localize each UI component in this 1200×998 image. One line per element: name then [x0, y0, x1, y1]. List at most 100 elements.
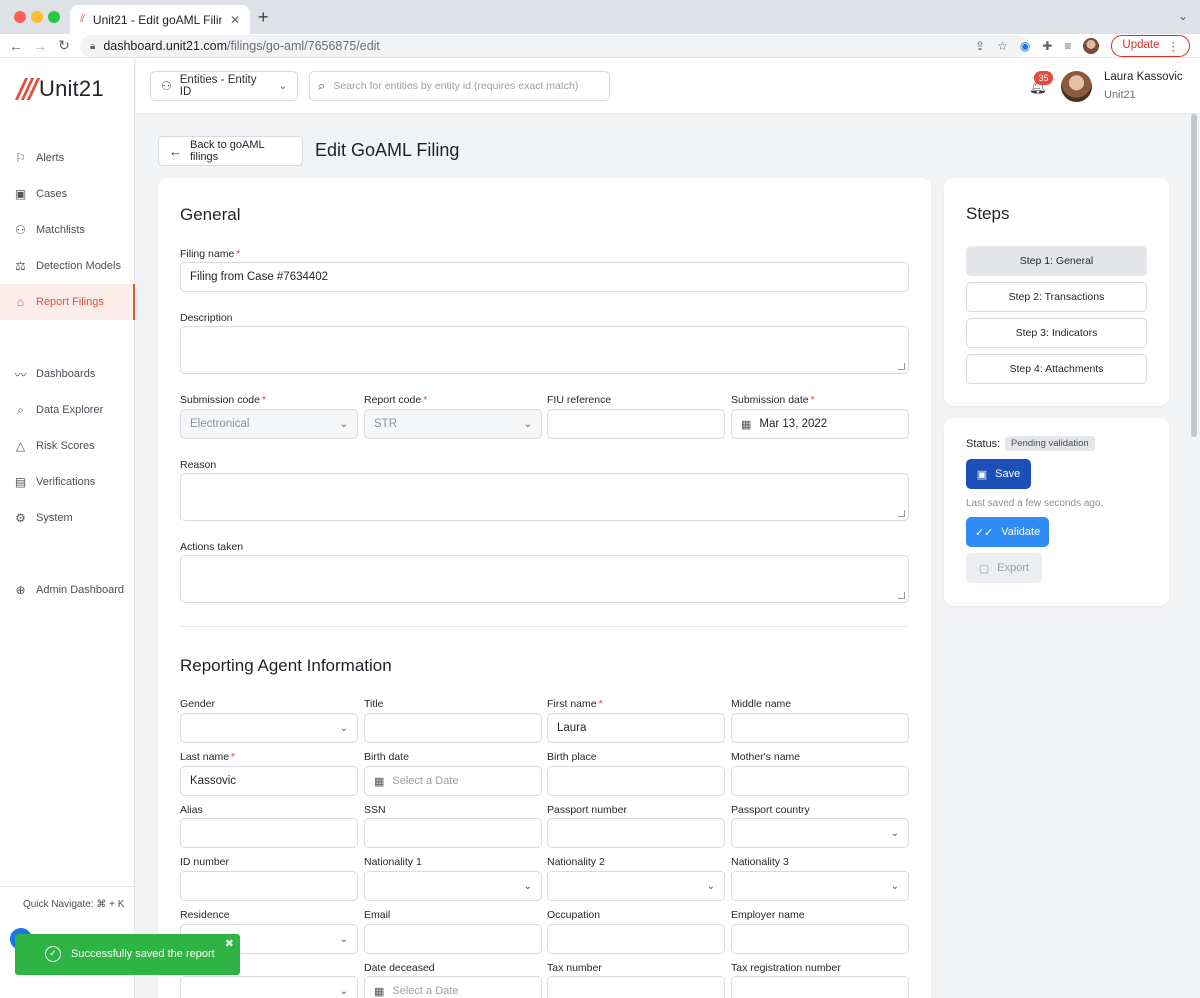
tax-registration-number-input[interactable]: [731, 976, 909, 998]
filing-name-field[interactable]: [180, 262, 909, 292]
tab-search-icon[interactable]: ⌄: [1178, 9, 1188, 23]
date-deceased-picker[interactable]: ▦ Select a Date: [364, 976, 542, 998]
share-icon[interactable]: ⇪: [975, 39, 985, 53]
chevron-down-icon: ⌄: [523, 880, 532, 892]
report-code-select[interactable]: STR ⌄: [364, 409, 542, 439]
sidebar-item-admin-dashboard[interactable]: ⊕ Admin Dashboard: [0, 572, 135, 608]
report-code-value: STR: [374, 418, 397, 430]
browser-tab[interactable]: ⫽ Unit21 - Edit goAML Filing ✕: [70, 5, 250, 34]
new-tab-button[interactable]: +: [258, 7, 269, 28]
id-number-label: ID number: [180, 856, 230, 868]
sidebar-item-detection-models[interactable]: ⚖ Detection Models: [0, 248, 135, 284]
step-attachments-button[interactable]: Step 4: Attachments: [966, 354, 1147, 384]
middle-name-input[interactable]: [731, 713, 909, 743]
entity-type-select[interactable]: ⚇ Entities - Entity ID ⌄: [150, 71, 298, 101]
app-header: ⚇ Entities - Entity ID ⌄ ⌕ 🔔︎ 35 Laura K…: [136, 58, 1200, 114]
reason-textarea[interactable]: [180, 473, 909, 521]
nationality-1-select[interactable]: ⌄: [364, 871, 542, 901]
logo-mark-icon: [14, 78, 41, 100]
minimize-window-button[interactable]: [31, 11, 43, 23]
last-name-field[interactable]: [180, 766, 358, 796]
sidebar-item-report-filings[interactable]: ⌂ Report Filings: [0, 284, 135, 320]
id-number-input[interactable]: [180, 871, 358, 901]
title-input[interactable]: [364, 713, 542, 743]
submission-date-picker[interactable]: ▦ Mar 13, 2022: [731, 409, 909, 439]
passport-number-input[interactable]: [547, 818, 725, 848]
gear-icon: ⚙: [15, 511, 26, 525]
passport-number-label: Passport number: [547, 804, 627, 816]
profile-avatar[interactable]: [1083, 38, 1100, 54]
mothers-name-input[interactable]: [731, 766, 909, 796]
sidebar-item-data-explorer[interactable]: ⌕ Data Explorer: [0, 392, 135, 428]
birth-date-picker[interactable]: ▦ Select a Date: [364, 766, 542, 796]
tab-close-icon[interactable]: ✕: [230, 13, 240, 27]
logo-text: Unit21: [39, 76, 104, 101]
ssn-input[interactable]: [364, 818, 542, 848]
user-avatar[interactable]: [1061, 71, 1092, 102]
last-name-input[interactable]: [190, 775, 348, 787]
extension-g-icon[interactable]: ◉: [1020, 39, 1030, 53]
close-icon[interactable]: ✖: [225, 937, 234, 950]
update-label: Update: [1122, 39, 1160, 51]
email-input[interactable]: [364, 924, 542, 954]
search-list-icon: ⌕: [17, 402, 24, 417]
filing-name-input[interactable]: [190, 271, 899, 283]
forward-arrow-icon[interactable]: →: [28, 38, 52, 54]
chevron-down-icon: ⌄: [339, 418, 348, 430]
reading-list-icon[interactable]: ≡: [1064, 39, 1071, 53]
sidebar-item-alerts[interactable]: ⚐ Alerts: [0, 140, 135, 176]
calendar-icon: ▦: [374, 775, 385, 788]
birth-place-input[interactable]: [547, 766, 725, 796]
validate-button[interactable]: ✓✓ Validate: [966, 517, 1049, 547]
maximize-window-button[interactable]: [48, 11, 60, 23]
occupation-input[interactable]: [547, 924, 725, 954]
passport-country-select[interactable]: ⌄: [731, 818, 909, 848]
user-org: Unit21: [1104, 89, 1136, 101]
sidebar-item-label: Cases: [36, 188, 68, 200]
gender-select[interactable]: ⌄: [180, 713, 358, 743]
alias-input[interactable]: [180, 818, 358, 848]
url-field[interactable]: 🔒︎ dashboard.unit21.com/filings/go-aml/7…: [80, 35, 1028, 57]
back-arrow-icon[interactable]: ←: [4, 38, 28, 54]
star-icon[interactable]: ☆: [997, 39, 1008, 53]
employer-name-input[interactable]: [731, 924, 909, 954]
back-to-filings-button[interactable]: ← Back to goAML filings: [158, 136, 303, 166]
toast-message: Successfully saved the report: [71, 948, 215, 960]
close-window-button[interactable]: [14, 11, 26, 23]
reload-icon[interactable]: ↻: [52, 37, 76, 54]
nationality-2-select[interactable]: ⌄: [547, 871, 725, 901]
description-textarea[interactable]: [180, 326, 909, 374]
fiu-reference-input[interactable]: [547, 409, 725, 439]
steps-title: Steps: [966, 204, 1010, 223]
first-name-input[interactable]: [557, 722, 715, 734]
update-button[interactable]: Update ⋮: [1111, 35, 1190, 57]
sidebar-item-system[interactable]: ⚙ System: [0, 500, 135, 536]
step-indicators-button[interactable]: Step 3: Indicators: [966, 318, 1147, 348]
puzzle-icon[interactable]: ✚: [1042, 39, 1052, 53]
entity-search-input[interactable]: [333, 80, 594, 92]
submission-code-select[interactable]: Electronical ⌄: [180, 409, 358, 439]
unlabeled-select[interactable]: ⌄: [180, 976, 358, 998]
chevron-down-icon: ⌄: [278, 80, 287, 92]
save-button[interactable]: ▣ Save: [966, 459, 1031, 489]
sidebar-item-dashboards[interactable]: 〰 Dashboards: [0, 356, 135, 392]
nationality-3-select[interactable]: ⌄: [731, 871, 909, 901]
step-transactions-button[interactable]: Step 2: Transactions: [966, 282, 1147, 312]
page-scrollbar[interactable]: [1191, 114, 1197, 437]
ssn-label: SSN: [364, 804, 386, 816]
export-button[interactable]: ▢ Export: [966, 553, 1042, 583]
id-card-icon: ▤: [14, 475, 27, 489]
occupation-label: Occupation: [547, 909, 601, 921]
actions-taken-textarea[interactable]: [180, 555, 909, 603]
first-name-field[interactable]: [547, 713, 725, 743]
logo[interactable]: Unit21: [14, 76, 104, 102]
file-export-icon: ▢: [978, 562, 990, 575]
sidebar-item-risk-scores[interactable]: △ Risk Scores: [0, 428, 135, 464]
nationality-2-label: Nationality 2: [547, 856, 605, 868]
tax-number-input[interactable]: [547, 976, 725, 998]
sidebar-item-matchlists[interactable]: ⚇ Matchlists: [0, 212, 135, 248]
sidebar-item-verifications[interactable]: ▤ Verifications: [0, 464, 135, 500]
flag-icon: ⚐: [15, 151, 26, 165]
sidebar-item-cases[interactable]: ▣ Cases: [0, 176, 135, 212]
step-general-button[interactable]: Step 1: General: [966, 246, 1147, 276]
